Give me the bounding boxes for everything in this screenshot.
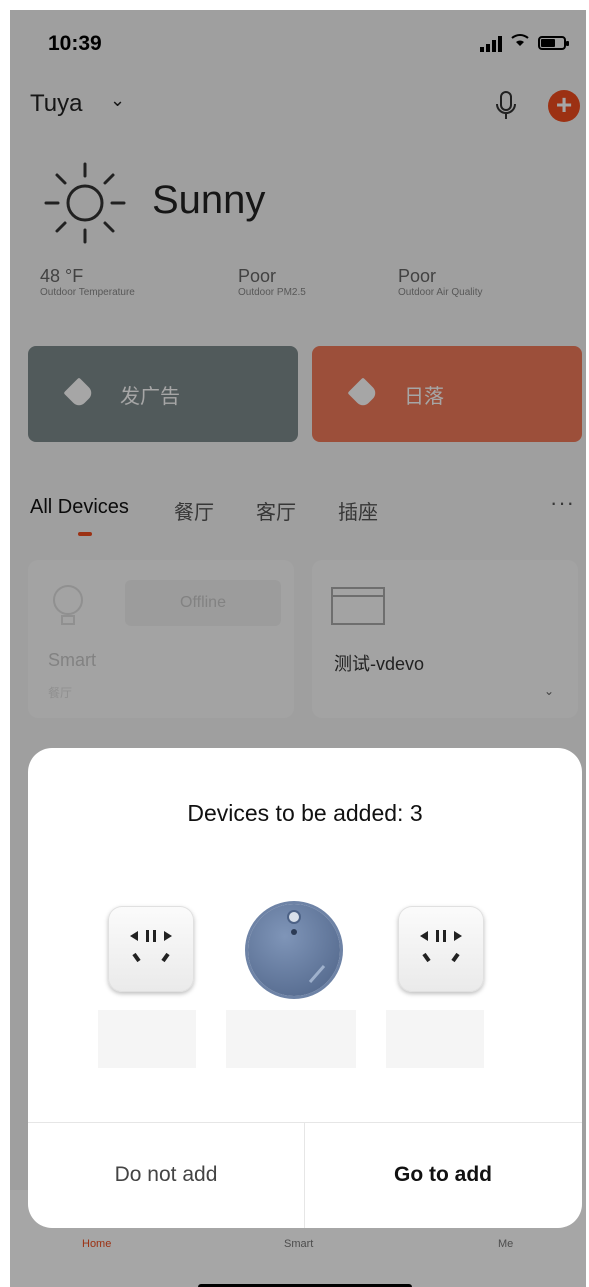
robot-vacuum-icon	[248, 904, 340, 996]
dialog-title: Devices to be added: 3	[187, 800, 423, 826]
plug-icon	[108, 906, 194, 992]
add-devices-dialog: Devices to be added: 3 Do not add Go to …	[28, 748, 582, 1228]
plug-icon	[398, 906, 484, 992]
device-name-placeholder	[386, 1010, 484, 1068]
go-to-add-button[interactable]: Go to add	[305, 1122, 581, 1228]
device-name-placeholder	[226, 1010, 356, 1068]
phone-screen: 10:39 Tuya ⌄ + Sunny 48 °F Outdoor Tempe…	[10, 10, 586, 1287]
do-not-add-button[interactable]: Do not add	[28, 1122, 304, 1228]
device-name-placeholder	[98, 1010, 196, 1068]
